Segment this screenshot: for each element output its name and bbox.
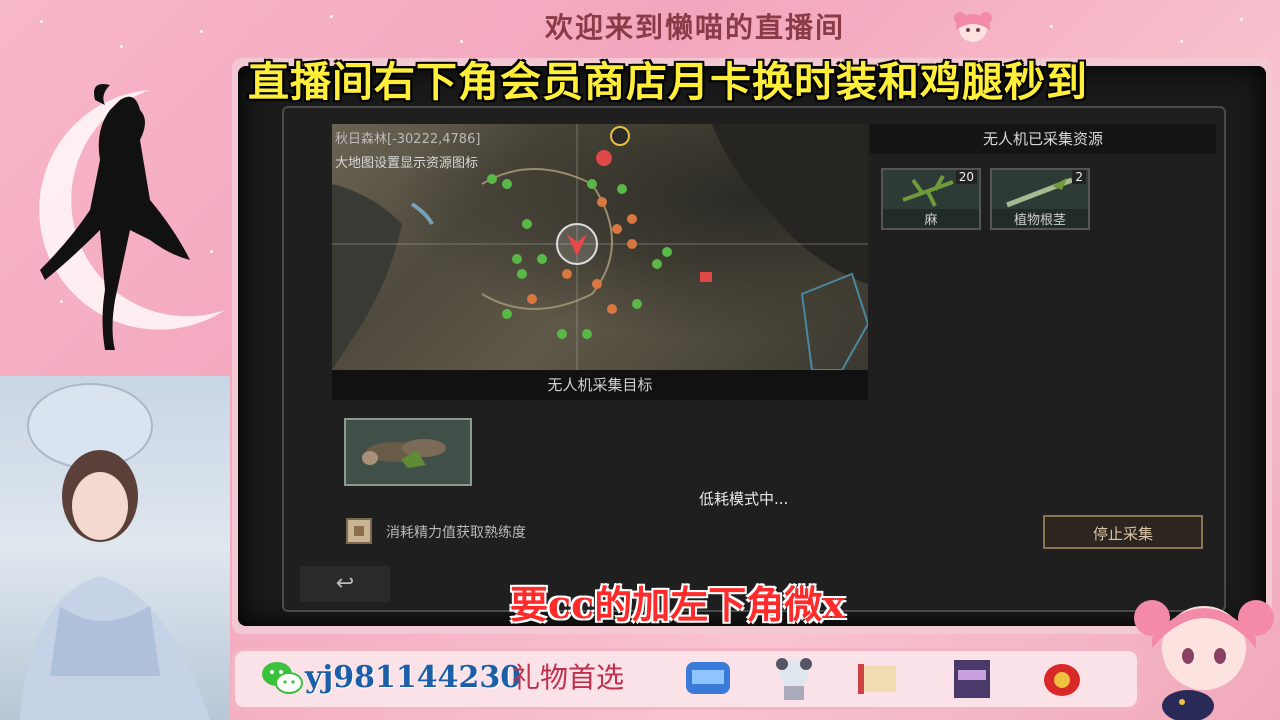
stop-collect-button[interactable]: 停止采集 xyxy=(1043,515,1203,549)
chibi-character-icon xyxy=(1134,600,1274,720)
stamina-checkbox[interactable] xyxy=(346,518,372,544)
gift-scroll-icon xyxy=(858,664,896,694)
chibi-avatar-icon xyxy=(954,12,992,42)
welcome-text: 欢迎来到懒喵的直播间 xyxy=(545,11,846,44)
gift-puppy-icon xyxy=(776,658,812,700)
log-resource-icon xyxy=(362,439,446,468)
status-text: 低耗模式中... xyxy=(699,490,789,508)
streamer-figure-icon xyxy=(20,383,210,720)
map-hint: 大地图设置显示资源图标 xyxy=(335,156,479,171)
collected-resources-header: 无人机已采集资源 xyxy=(870,124,1216,154)
moon-silhouette-logo xyxy=(39,84,226,351)
gift-fan-badge-icon xyxy=(686,662,730,694)
streamer-camera xyxy=(0,376,230,720)
gift-book-icon xyxy=(954,660,990,698)
resource-name: 麻 xyxy=(883,209,979,228)
map-coordinates: 秋日森林[-30222,4786] xyxy=(335,132,481,147)
resource-name: 植物根茎 xyxy=(992,209,1088,228)
wechat-icon xyxy=(262,662,303,694)
stamina-checkbox-label: 消耗精力值获取熟练度 xyxy=(386,525,526,541)
collect-target-header: 无人机采集目标 xyxy=(332,370,868,400)
wechat-id: yj981144230 xyxy=(305,660,522,695)
gift-lantern-icon xyxy=(1044,664,1080,696)
back-button[interactable]: ↩ xyxy=(300,566,390,602)
banner-text: 直播间右下角会员商店月卡换时装和鸡腿秒到 xyxy=(248,58,1088,106)
resource-slot[interactable]: 20 麻 xyxy=(881,168,981,230)
cc-notice-text: 要cc的加左下角微x xyxy=(510,582,845,627)
resource-count: 20 xyxy=(955,170,977,184)
gift-label: 礼物首选 xyxy=(512,661,625,694)
collect-target-item[interactable] xyxy=(344,418,472,486)
resource-count: 2 xyxy=(1072,170,1086,184)
resource-slot[interactable]: 2 植物根茎 xyxy=(990,168,1090,230)
